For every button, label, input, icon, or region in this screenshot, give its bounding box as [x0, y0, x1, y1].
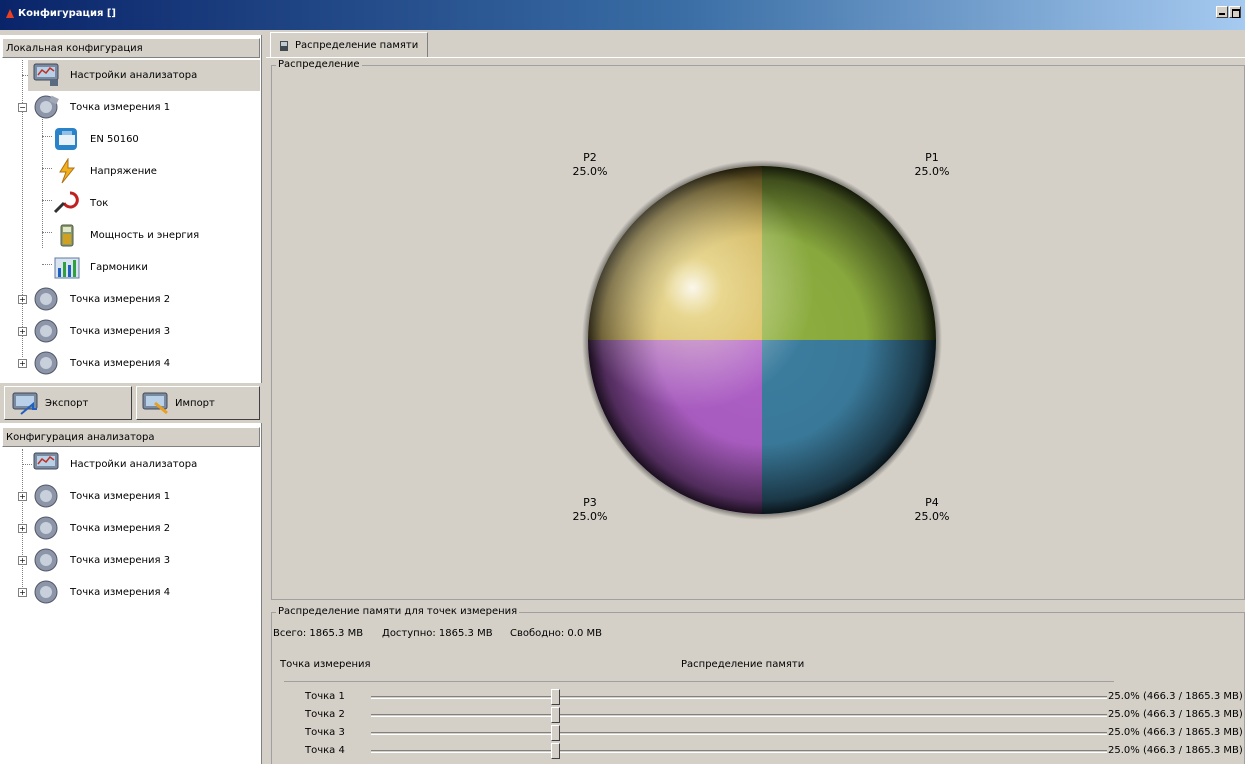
analyzer-config-header: Конфигурация анализатора [2, 427, 260, 447]
pie-label-p1: P1 25.0% [914, 151, 950, 178]
tree-item-power-energy[interactable]: Мощность и энергия [50, 220, 260, 251]
measurement-point-icon [34, 319, 58, 343]
en50160-icon [55, 128, 77, 150]
memory-table: Точка измерения Распределение памяти Точ… [274, 644, 1243, 762]
memory-slider-track[interactable] [371, 732, 1107, 735]
memory-row: Точка 2 25.0% (466.3 / 1865.3 MB) [274, 707, 1243, 725]
memory-slider-thumb[interactable] [551, 707, 560, 723]
total-memory: Всего: 1865.3 MB [273, 628, 364, 639]
voltage-icon [59, 158, 76, 184]
expand-toggle[interactable]: + [18, 295, 27, 304]
memory-card-icon [280, 40, 288, 51]
measurement-point-icon [34, 580, 58, 604]
measurement-point-icon [34, 351, 58, 375]
memory-slider-thumb[interactable] [551, 689, 560, 705]
tree-item-measurement-point-1[interactable]: Точка измерения 1 [28, 92, 260, 123]
memory-slider-thumb[interactable] [551, 743, 560, 759]
available-memory: Доступно: 1865.3 MB [382, 628, 493, 639]
measurement-point-icon [34, 516, 58, 540]
expand-toggle[interactable]: + [18, 524, 27, 533]
free-memory: Свободно: 0.0 MB [510, 628, 602, 639]
export-icon [12, 392, 38, 415]
memory-slider-thumb[interactable] [551, 725, 560, 741]
local-config-header: Локальная конфигурация [2, 38, 260, 58]
tree-item-measurement-point-3[interactable]: Точка измерения 3 [28, 545, 260, 576]
expand-toggle[interactable]: + [18, 556, 27, 565]
measurement-point-icon [34, 484, 58, 508]
tree-item-measurement-point-2[interactable]: Точка измерения 2 [28, 513, 260, 544]
tab-memory-distribution[interactable]: Распределение памяти [270, 32, 428, 58]
memory-slider-track[interactable] [371, 750, 1107, 753]
tree-item-analyzer-settings[interactable]: Настройки анализатора [28, 60, 260, 91]
pie-label-p2: P2 25.0% [572, 151, 608, 178]
title-bar: Конфигурация [] [0, 0, 1245, 30]
tree-item-measurement-point-2[interactable]: Точка измерения 2 [28, 284, 260, 315]
pie-label-p4: P4 25.0% [914, 496, 950, 523]
tree-item-voltage[interactable]: Напряжение [50, 156, 260, 187]
memory-row: Точка 3 25.0% (466.3 / 1865.3 MB) [274, 725, 1243, 743]
import-export-toolbar: Экспорт Импорт [0, 383, 262, 423]
window-title: Конфигурация [] [18, 8, 116, 19]
pie-highlight [588, 166, 936, 514]
memory-slider-track[interactable] [371, 714, 1107, 717]
export-button[interactable]: Экспорт [4, 386, 132, 420]
column-header-distribution: Распределение памяти [681, 659, 805, 670]
memory-row: Точка 1 25.0% (466.3 / 1865.3 MB) [274, 689, 1243, 707]
measurement-point-icon [34, 95, 59, 119]
maximize-button[interactable] [1229, 6, 1241, 18]
tree-item-analyzer-settings[interactable]: Настройки анализатора [28, 449, 260, 480]
memory-slider-track[interactable] [371, 696, 1107, 699]
memory-row: Точка 4 25.0% (466.3 / 1865.3 MB) [274, 743, 1243, 761]
current-clamp-icon [53, 191, 79, 214]
left-panel: Локальная конфигурация Настройки анализа… [0, 35, 262, 764]
minimize-button[interactable] [1216, 6, 1228, 18]
power-energy-icon [60, 224, 74, 247]
collapse-toggle[interactable]: − [18, 103, 27, 112]
pie-label-p3: P3 25.0% [572, 496, 608, 523]
tree-item-harmonics[interactable]: Гармоники [50, 252, 260, 283]
import-button[interactable]: Импорт [136, 386, 260, 420]
analyzer-settings-icon [33, 63, 59, 86]
tree-item-current[interactable]: Ток [50, 188, 260, 219]
import-icon [142, 392, 168, 415]
memory-pie-chart [582, 160, 942, 520]
expand-toggle[interactable]: + [18, 492, 27, 501]
harmonics-icon [54, 257, 80, 279]
tree-item-measurement-point-4[interactable]: Точка измерения 4 [28, 577, 260, 608]
main-area: Распределение памяти Распределение P2 25… [264, 30, 1245, 764]
measurement-point-icon [34, 287, 58, 311]
tree-item-measurement-point-3[interactable]: Точка измерения 3 [28, 316, 260, 347]
column-header-point: Точка измерения [280, 659, 371, 670]
app-icon [6, 9, 14, 18]
expand-toggle[interactable]: + [18, 588, 27, 597]
analyzer-settings-icon [33, 452, 59, 470]
expand-toggle[interactable]: + [18, 327, 27, 336]
tree-item-measurement-point-1[interactable]: Точка измерения 1 [28, 481, 260, 512]
measurement-point-icon [34, 548, 58, 572]
expand-toggle[interactable]: + [18, 359, 27, 368]
tree-item-en50160[interactable]: EN 50160 [50, 124, 260, 155]
tree-item-measurement-point-4[interactable]: Точка измерения 4 [28, 348, 260, 379]
